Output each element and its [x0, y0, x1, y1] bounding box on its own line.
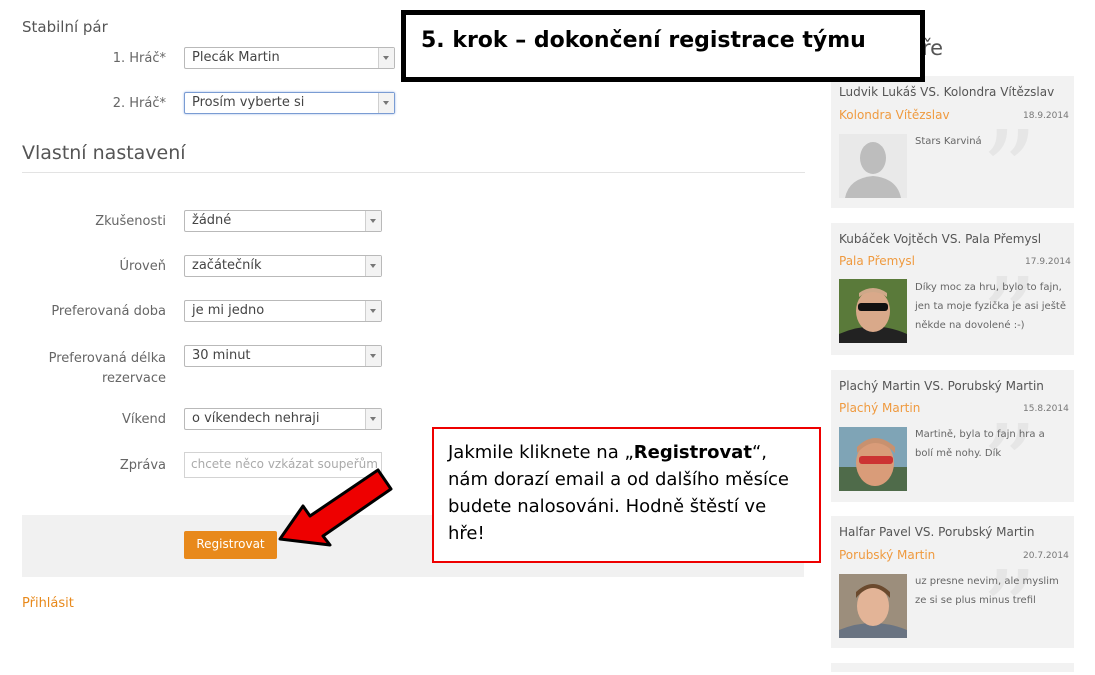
stable-pair-title: Stabilní pár	[22, 18, 108, 36]
match-comment: Díky moc za hru, bylo to fajn, jen ta mo…	[915, 282, 1066, 331]
match-card[interactable]: ” Plachý Martin VS. Porubský Martin Plac…	[831, 370, 1074, 520]
match-winner: Porubský Martin	[839, 548, 936, 562]
match-card[interactable]: ” Ludvik Lukáš VS. Kolondra Vítězslav Ko…	[831, 76, 1074, 226]
player1-select[interactable]: Plecák Martin	[184, 47, 395, 69]
reservation-length-select[interactable]: 30 minut	[184, 345, 382, 367]
chevron-down-icon	[378, 93, 394, 113]
weekend-select[interactable]: o víkendech nehraji	[184, 408, 382, 430]
preferred-time-select[interactable]: je mi jedno	[184, 300, 382, 322]
match-card-partial[interactable]	[831, 663, 1074, 672]
match-winner: Pala Přemysl	[839, 254, 916, 268]
match-winner: Plachý Martin	[839, 401, 921, 415]
match-title: Ludvik Lukáš VS. Kolondra Vítězslav	[839, 85, 1055, 99]
player2-value: Prosím vyberte si	[192, 95, 305, 110]
match-comment: Martině, byla to fajn hra a bolí mě nohy…	[915, 429, 1045, 459]
avatar	[839, 574, 907, 638]
sidebar-heading: ře	[922, 36, 944, 60]
match-title: Plachý Martin VS. Porubský Martin	[839, 379, 1044, 393]
register-button[interactable]: Registrovat	[184, 531, 277, 559]
level-label: Úroveň	[119, 259, 166, 274]
step-callout: 5. krok – dokončení registrace týmu	[401, 10, 925, 82]
weekend-value: o víkendech nehraji	[192, 411, 320, 426]
level-value: začátečník	[192, 258, 262, 273]
player1-value: Plecák Martin	[192, 50, 280, 65]
match-title: Kubáček Vojtěch VS. Pala Přemysl	[839, 232, 1042, 246]
player2-label: 2. Hráč*	[112, 96, 166, 111]
weekend-label: Víkend	[121, 412, 166, 427]
chevron-down-icon	[365, 256, 381, 276]
avatar	[839, 279, 907, 343]
level-select[interactable]: začátečník	[184, 255, 382, 277]
experience-select[interactable]: žádné	[184, 210, 382, 232]
chevron-down-icon	[365, 301, 381, 321]
experience-value: žádné	[192, 213, 232, 228]
match-comment: uz presne nevim, ale myslim ze si se plu…	[915, 576, 1059, 606]
chevron-down-icon	[365, 409, 381, 429]
experience-label: Zkušenosti	[95, 214, 166, 229]
note-callout: Jakmile kliknete na „Registrovat“, nám d…	[432, 427, 821, 563]
match-card[interactable]: ” Kubáček Vojtěch VS. Pala Přemysl Pala …	[831, 223, 1074, 373]
section-divider	[22, 172, 805, 173]
note-bold: Registrovat	[633, 442, 752, 463]
message-label: Zpráva	[119, 458, 166, 473]
chevron-down-icon	[365, 211, 381, 231]
arrow-icon	[278, 468, 393, 547]
match-date: 17.9.2014	[1025, 257, 1071, 267]
avatar	[839, 427, 907, 491]
avatar	[839, 134, 907, 198]
reservation-length-value: 30 minut	[192, 348, 251, 363]
preferred-time-value: je mi jedno	[192, 303, 265, 318]
player1-label: 1. Hráč*	[112, 51, 166, 66]
chevron-down-icon	[365, 346, 381, 366]
player2-select[interactable]: Prosím vyberte si	[184, 92, 395, 114]
note-prefix: Jakmile kliknete na „	[448, 442, 634, 463]
reservation-length-label: Preferovaná délka rezervace	[48, 351, 166, 386]
own-settings-title: Vlastní nastavení	[22, 142, 186, 164]
match-date: 15.8.2014	[1023, 404, 1069, 414]
match-comment: Stars Karviná	[915, 136, 982, 147]
chevron-down-icon	[378, 48, 394, 68]
preferred-time-label: Preferovaná doba	[51, 304, 166, 319]
match-winner: Kolondra Vítězslav	[839, 108, 950, 122]
match-date: 18.9.2014	[1023, 111, 1069, 121]
match-date: 20.7.2014	[1023, 551, 1069, 561]
match-title: Halfar Pavel VS. Porubský Martin	[839, 525, 1035, 539]
step-title: 5. krok – dokončení registrace týmu	[421, 28, 866, 53]
login-link[interactable]: Přihlásit	[22, 596, 74, 611]
match-card[interactable]: ” Halfar Pavel VS. Porubský Martin Porub…	[831, 516, 1074, 666]
